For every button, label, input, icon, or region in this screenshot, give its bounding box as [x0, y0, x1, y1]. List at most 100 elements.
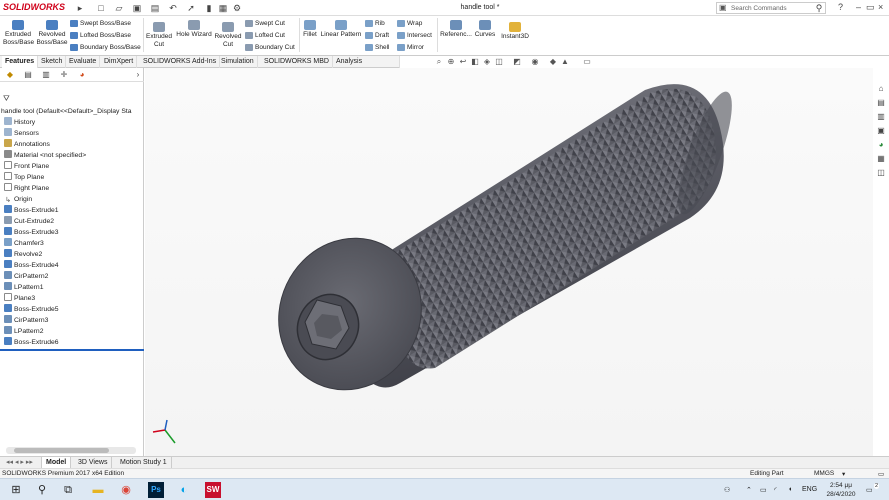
tree-item-lpattern1[interactable]: LPattern1: [4, 282, 43, 293]
draft-button[interactable]: Draft: [365, 32, 389, 39]
boundary-boss-button[interactable]: Boundary Boss/Base: [70, 44, 141, 51]
knurled-handle-model[interactable]: [145, 68, 873, 456]
photoshop-taskbar-icon[interactable]: Ps: [148, 482, 164, 498]
units-dropdown-icon[interactable]: ▾: [842, 470, 845, 478]
tree-item-origin[interactable]: ↳ Origin: [4, 194, 32, 205]
search-commands-input[interactable]: ▣ Search Commands: [716, 2, 826, 14]
hide-show-items-icon[interactable]: ◉: [530, 57, 540, 67]
status-comment-icon[interactable]: ▭: [878, 470, 884, 478]
curves-button[interactable]: Curves: [473, 20, 497, 39]
tree-item-front-plane[interactable]: Front Plane: [4, 161, 49, 172]
filter-icon[interactable]: ⛛: [3, 94, 10, 104]
menu-arrow-icon[interactable]: ▸: [75, 3, 85, 13]
rib-button[interactable]: Rib: [365, 20, 385, 27]
tree-item-material[interactable]: Material <not specified>: [4, 150, 86, 161]
design-library-icon[interactable]: ▥: [876, 112, 886, 122]
tab-features[interactable]: Features: [2, 56, 39, 68]
options-gear-icon[interactable]: ⚙: [232, 3, 242, 13]
horizontal-scrollbar[interactable]: [6, 447, 136, 454]
file-explorer-icon[interactable]: ▣: [876, 126, 886, 136]
print-icon[interactable]: ▤: [150, 3, 160, 13]
tab-simulation[interactable]: Simulation: [218, 56, 258, 68]
display-style-icon[interactable]: ◩: [512, 57, 522, 67]
tree-item-boss-extrude6[interactable]: Boss-Extrude6: [4, 337, 59, 348]
search-icon[interactable]: ⚲: [814, 3, 824, 13]
tree-item-cut-extrude2[interactable]: Cut-Extrude2: [4, 216, 54, 227]
rollback-bar[interactable]: [0, 349, 144, 351]
configuration-manager-tab-icon[interactable]: ▥: [40, 70, 52, 81]
unit-system-select[interactable]: MMGS: [814, 470, 834, 477]
tree-item-boss-extrude5[interactable]: Boss-Extrude5: [4, 304, 59, 315]
select-pointer-icon[interactable]: ➚: [186, 3, 196, 13]
volume-icon[interactable]: ◖: [788, 486, 792, 493]
appearances-icon[interactable]: ◕: [876, 140, 886, 150]
input-language[interactable]: ENG: [802, 486, 817, 493]
tab-mbd[interactable]: SOLIDWORKS MBD: [261, 56, 333, 68]
tree-item-right-plane[interactable]: Right Plane: [4, 183, 49, 194]
tree-item-top-plane[interactable]: Top Plane: [4, 172, 44, 183]
close-button[interactable]: ×: [878, 2, 883, 12]
task-view-icon[interactable]: ⧉: [60, 482, 76, 498]
reference-geometry-button[interactable]: Referenc...: [440, 20, 472, 39]
boundary-cut-button[interactable]: Boundary Cut: [245, 44, 295, 51]
section-view-icon[interactable]: ◧: [470, 57, 480, 67]
wrap-button[interactable]: Wrap: [397, 20, 422, 27]
previous-view-icon[interactable]: ↩: [458, 57, 468, 67]
tab-analysis-preparation[interactable]: Analysis Preparation: [333, 56, 400, 77]
linear-pattern-button[interactable]: Linear Pattern: [320, 20, 362, 39]
tab-evaluate[interactable]: Evaluate: [66, 56, 101, 68]
shell-button[interactable]: Shell: [365, 44, 389, 51]
zoom-area-icon[interactable]: ⊕: [446, 57, 456, 67]
tree-item-sensors[interactable]: Sensors: [4, 128, 39, 139]
tree-item-cirpattern3[interactable]: CirPattern3: [4, 315, 48, 326]
tab-dimxpert[interactable]: DimXpert: [101, 56, 138, 68]
apply-scene-icon[interactable]: ▲: [560, 57, 570, 67]
tree-item-history[interactable]: History: [4, 117, 35, 128]
rebuild-icon[interactable]: ▮: [204, 3, 214, 13]
revolved-boss-button[interactable]: Revolved Boss/Base: [36, 20, 68, 47]
chrome-taskbar-icon[interactable]: ◉: [118, 482, 134, 498]
tree-item-boss-extrude3[interactable]: Boss-Extrude3: [4, 227, 59, 238]
open-folder-icon[interactable]: ▱: [114, 3, 124, 13]
extruded-cut-button[interactable]: Extruded Cut: [145, 22, 173, 49]
lofted-cut-button[interactable]: Lofted Cut: [245, 32, 285, 39]
intersect-button[interactable]: Intersect: [397, 32, 432, 39]
home-icon[interactable]: ⌂: [876, 84, 886, 94]
property-manager-tab-icon[interactable]: ▤: [22, 70, 34, 81]
revolved-cut-button[interactable]: Revolved Cut: [213, 22, 243, 49]
graphics-viewport[interactable]: [145, 68, 873, 456]
tree-item-cirpattern2[interactable]: CirPattern2: [4, 271, 48, 282]
extruded-boss-button[interactable]: Extruded Boss/Base: [3, 20, 34, 47]
taskbar-search-icon[interactable]: ⚲: [34, 482, 50, 498]
dynamic-annotation-icon[interactable]: ◈: [482, 57, 492, 67]
tree-root-part[interactable]: handle tool (Default<<Default>_Display S…: [1, 106, 132, 117]
solidworks-logo[interactable]: SOLIDWORKS: [3, 2, 65, 12]
view-palette-icon[interactable]: ▦: [876, 154, 886, 164]
solidworks-taskbar-icon[interactable]: SW: [205, 482, 221, 498]
scrollbar-thumb[interactable]: [14, 448, 109, 453]
custom-properties-icon[interactable]: ◫: [876, 168, 886, 178]
tree-item-chamfer3[interactable]: Chamfer3: [4, 238, 44, 249]
view-orientation-icon[interactable]: ◫: [494, 57, 504, 67]
undo-icon[interactable]: ↶: [168, 3, 178, 13]
lofted-boss-button[interactable]: Lofted Boss/Base: [70, 32, 131, 39]
tree-item-annotations[interactable]: Annotations: [4, 139, 50, 150]
mirror-button[interactable]: Mirror: [397, 44, 424, 51]
edit-appearance-icon[interactable]: ◆: [548, 57, 558, 67]
fillet-button[interactable]: Fillet: [301, 20, 319, 39]
expand-panel-icon[interactable]: ›: [132, 70, 144, 81]
tree-item-plane3[interactable]: Plane3: [4, 293, 35, 304]
people-icon[interactable]: ⚇: [724, 486, 730, 494]
file-properties-icon[interactable]: ▦: [218, 3, 228, 13]
help-button[interactable]: ?: [838, 2, 843, 12]
tree-item-revolve2[interactable]: Revolve2: [4, 249, 42, 260]
swept-boss-button[interactable]: Swept Boss/Base: [70, 20, 131, 27]
notification-icon[interactable]: ▭: [866, 486, 873, 494]
file-explorer-taskbar-icon[interactable]: ▬: [90, 482, 106, 498]
resources-icon[interactable]: ▤: [876, 98, 886, 108]
tray-expand-icon[interactable]: ⌃: [746, 486, 752, 494]
windows-start-icon[interactable]: ⊞: [8, 482, 24, 498]
ccleaner-taskbar-icon[interactable]: ◐: [176, 482, 192, 498]
network-icon[interactable]: ◜: [774, 486, 777, 494]
view-settings-icon[interactable]: ▭: [582, 57, 592, 67]
